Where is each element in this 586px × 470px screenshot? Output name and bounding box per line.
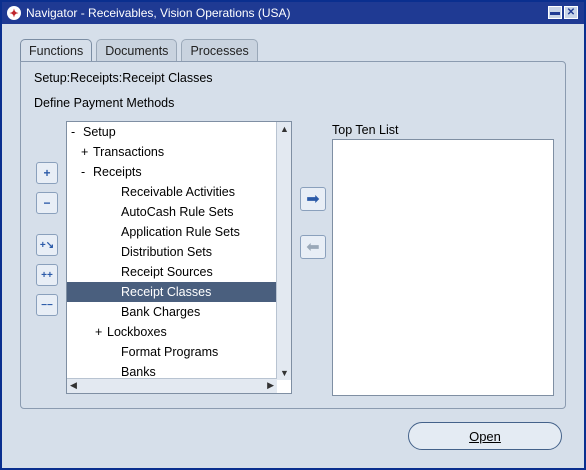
tree-item[interactable]: Distribution Sets [67,242,291,262]
tab-functions[interactable]: Functions [20,39,93,61]
tree-item-label: Banks [121,365,156,379]
scroll-left-icon[interactable]: ◀ [70,380,77,391]
tree-item-label: Receipt Classes [121,285,212,299]
tree-item-label: Distribution Sets [121,245,213,259]
topten-label: Top Ten List [332,123,399,137]
tree-item-toggle[interactable]: - [71,122,83,142]
tree-item-label: Receipt Sources [121,265,213,279]
expand-all-icon: ++ [41,269,53,281]
tree-item-label: Receivable Activities [121,185,235,199]
collapse-one-button[interactable]: − [36,192,58,214]
expand-one-button[interactable]: + [36,162,58,184]
expand-all-button[interactable]: ++ [36,264,58,286]
scroll-down-icon[interactable]: ▼ [280,368,289,378]
tab-bar: Functions Documents Processes [20,39,262,61]
tab-processes[interactable]: Processes [181,39,258,61]
tree-item-toggle[interactable]: + [95,322,107,342]
title-bar: ✦ Navigator - Receivables, Vision Operat… [2,2,584,24]
tree-item-label: Lockboxes [107,325,167,339]
tree-item-label: Bank Charges [121,305,201,319]
tree-item[interactable]: Receipt Sources [67,262,291,282]
tree-item-toggle[interactable]: - [81,162,93,182]
oracle-app-icon: ✦ [7,6,21,20]
expand-branch-button[interactable]: +↘ [36,234,58,256]
tab-documents[interactable]: Documents [96,39,178,61]
open-button[interactable]: Open [408,422,562,450]
tree-item[interactable]: - Receipts [67,162,291,182]
window-title: Navigator - Receivables, Vision Operatio… [26,6,291,20]
collapse-all-button[interactable]: −− [36,294,58,316]
tree-item-label: Format Programs [121,345,219,359]
add-to-topten-button[interactable]: ➡ [300,187,326,211]
tree-item-label: AutoCash Rule Sets [121,205,234,219]
collapse-all-icon: −− [41,299,53,311]
left-arrow-icon: ⬅ [306,239,320,256]
minimize-button[interactable]: ▬ [548,6,562,19]
expand-branch-icon: +↘ [39,239,55,251]
scroll-right-icon[interactable]: ▶ [267,380,274,391]
tree-item[interactable]: + Transactions [67,142,291,162]
tree-item[interactable]: Receivable Activities [67,182,291,202]
tree-vertical-scrollbar[interactable]: ▲ ▼ [276,122,291,380]
open-button-label: Open [469,428,501,444]
close-button[interactable]: ✕ [564,6,578,19]
tree-item-label: Setup [83,125,116,139]
function-path: Setup:Receipts:Receipt Classes [34,71,213,85]
function-description: Define Payment Methods [34,96,175,110]
tree-item-label: Application Rule Sets [121,225,240,239]
tree-item[interactable]: Receipt Classes [67,282,291,302]
tree-item-label: Receipts [93,165,142,179]
topten-list[interactable] [332,139,554,396]
function-tree[interactable]: - Setup + Transactions - Receipts Receivable A… [66,121,292,394]
scroll-up-icon[interactable]: ▲ [280,124,289,134]
tree-item-toggle[interactable]: + [81,142,93,162]
tree-item-label: Transactions [93,145,165,159]
collapse-one-icon: − [43,196,51,210]
remove-from-topten-button[interactable]: ⬅ [300,235,326,259]
tree-item[interactable]: - Setup [67,122,281,142]
tree-item[interactable]: + Lockboxes [67,322,291,342]
right-arrow-icon: ➡ [306,191,320,208]
tree-item[interactable]: Format Programs [67,342,291,362]
tree-item[interactable]: AutoCash Rule Sets [67,202,291,222]
tree-horizontal-scrollbar[interactable]: ◀ ▶ [67,378,277,393]
tree-item[interactable]: Application Rule Sets [67,222,291,242]
tree-item[interactable]: Bank Charges [67,302,291,322]
expand-one-icon: + [43,166,51,180]
